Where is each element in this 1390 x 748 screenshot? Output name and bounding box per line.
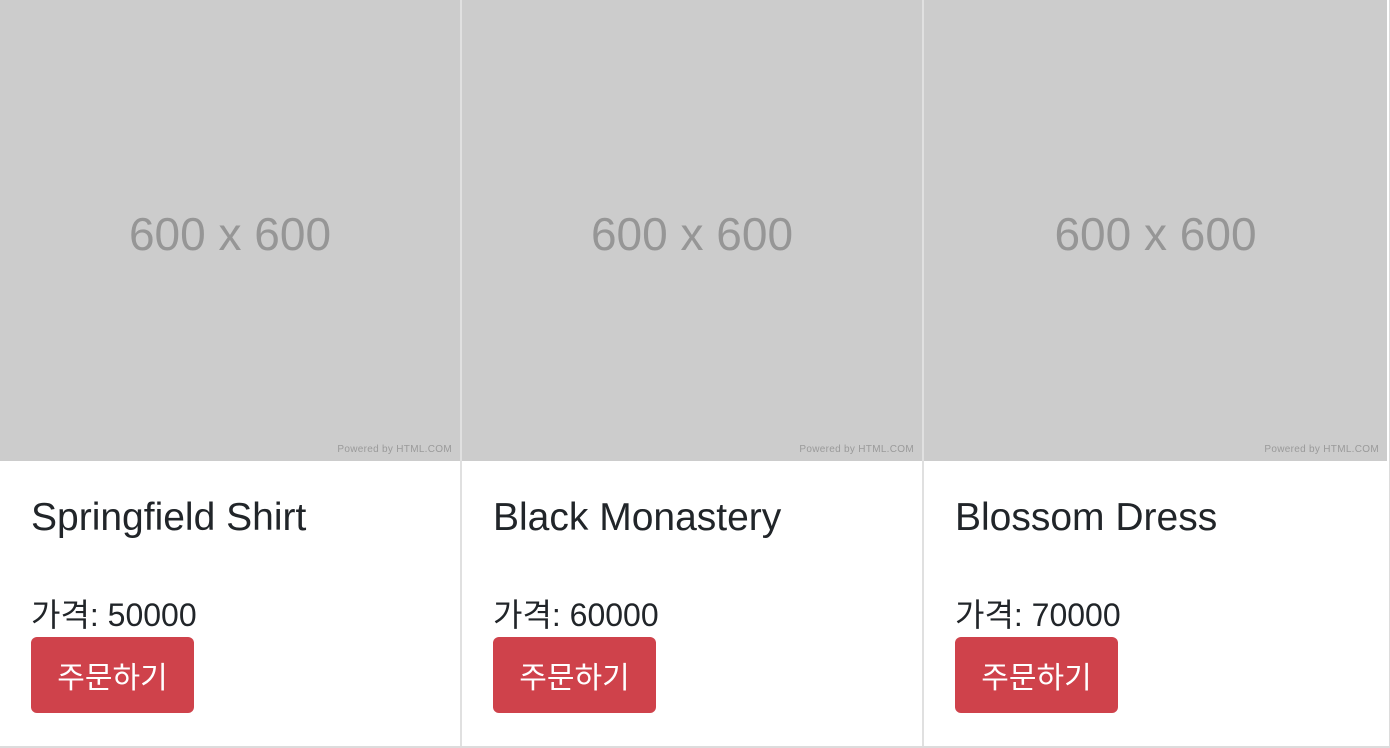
- order-button[interactable]: 주문하기: [31, 637, 194, 713]
- product-title: Springfield Shirt: [31, 496, 307, 539]
- image-dimensions-label: 600 x 600: [590, 207, 794, 260]
- product-title: Black Monastery: [493, 496, 782, 539]
- image-credit-label: Powered by HTML.COM: [799, 444, 914, 455]
- product-card: 600 x 600 Powered by HTML.COM Blossom Dr…: [924, 0, 1387, 746]
- product-card-group: 600 x 600 Powered by HTML.COM Springfiel…: [0, 0, 1390, 748]
- product-image-placeholder: 600 x 600 Powered by HTML.COM: [462, 0, 922, 461]
- order-button[interactable]: 주문하기: [493, 637, 656, 713]
- product-price: 가격: 60000: [493, 597, 659, 633]
- product-image-placeholder: 600 x 600 Powered by HTML.COM: [0, 0, 460, 461]
- image-dimensions-label: 600 x 600: [128, 207, 332, 260]
- image-credit-label: Powered by HTML.COM: [337, 444, 452, 455]
- image-credit-label: Powered by HTML.COM: [1264, 444, 1379, 455]
- product-price: 가격: 50000: [31, 597, 197, 633]
- product-card: 600 x 600 Powered by HTML.COM Springfiel…: [0, 0, 462, 746]
- product-image-placeholder: 600 x 600 Powered by HTML.COM: [924, 0, 1387, 461]
- order-button[interactable]: 주문하기: [955, 637, 1118, 713]
- image-dimensions-label: 600 x 600: [1054, 207, 1257, 260]
- product-price: 가격: 70000: [955, 597, 1121, 633]
- product-title: Blossom Dress: [955, 496, 1218, 539]
- product-card: 600 x 600 Powered by HTML.COM Black Mona…: [462, 0, 924, 746]
